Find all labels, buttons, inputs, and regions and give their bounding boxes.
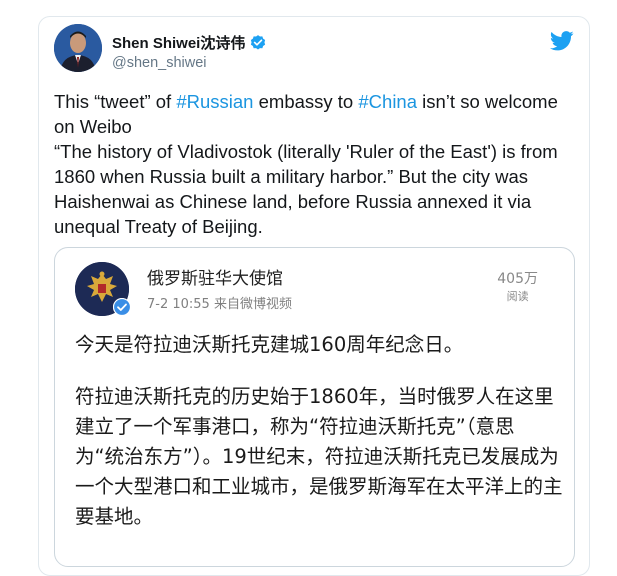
embassy-account-name[interactable]: 俄罗斯驻华大使馆 <box>147 264 283 289</box>
author-name-row[interactable]: Shen Shiwei沈诗伟 <box>112 32 267 53</box>
quoted-paragraph-2: 符拉迪沃斯托克的历史始于1860年，当时俄罗人在这里建立了一个军事港口，称为“符… <box>75 385 563 528</box>
tweet-text-segment: embassy to <box>253 91 359 112</box>
author-name[interactable]: Shen Shiwei沈诗伟 <box>112 32 245 53</box>
post-meta: 7-2 10:55 来自微博视频 <box>147 297 292 312</box>
avatar-photo-icon <box>54 24 102 72</box>
tweet-paragraph-2: “The history of Vladivostok (literally '… <box>54 141 558 237</box>
verified-badge-icon <box>251 34 266 50</box>
twitter-bird-icon[interactable] <box>550 30 574 52</box>
views-counter: 405万 阅读 <box>497 268 538 304</box>
tweet-text-segment: This “tweet” of <box>54 91 177 112</box>
quoted-weibo-screenshot[interactable]: 俄罗斯驻华大使馆 7-2 10:55 来自微博视频 405万 阅读 今天是符拉迪… <box>54 247 575 567</box>
quoted-post-body: 今天是符拉迪沃斯托克建城160周年纪念日。 符拉迪沃斯托克的历史始于1860年，… <box>75 330 563 554</box>
quoted-paragraph-1: 今天是符拉迪沃斯托克建城160周年纪念日。 <box>75 333 464 356</box>
hashtag-china[interactable]: #China <box>358 91 417 112</box>
hashtag-russian[interactable]: #Russian <box>176 91 253 112</box>
author-avatar[interactable] <box>54 24 102 72</box>
views-label: 阅读 <box>506 290 529 303</box>
tweet-paragraph-1: This “tweet” of #Russian embassy to #Chi… <box>54 89 574 139</box>
tweet-text: This “tweet” of #Russian embassy to #Chi… <box>54 89 574 239</box>
weibo-verified-badge-icon <box>113 298 131 316</box>
author-handle[interactable]: @shen_shiwei <box>112 55 207 71</box>
views-count: 405万 <box>497 271 538 287</box>
